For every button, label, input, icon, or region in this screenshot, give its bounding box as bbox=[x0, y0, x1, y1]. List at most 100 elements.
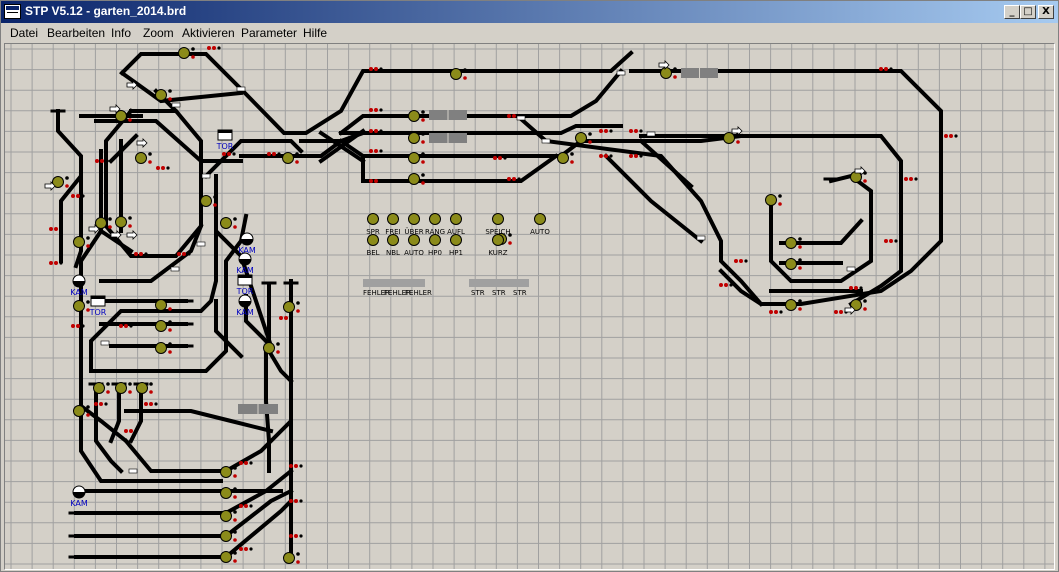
control-button-hp1[interactable]: HP1 bbox=[449, 234, 463, 258]
control-button-nbl[interactable]: NBL bbox=[386, 234, 400, 258]
signal-16[interactable] bbox=[765, 194, 782, 206]
kam-device-4[interactable]: KAM bbox=[236, 294, 254, 317]
minimize-button[interactable]: _ bbox=[1004, 5, 1020, 19]
track-detector-39[interactable] bbox=[239, 504, 253, 508]
maximize-button[interactable]: □ bbox=[1020, 5, 1036, 19]
track-detector-41[interactable] bbox=[239, 461, 253, 465]
control-button-frei[interactable]: FREI bbox=[385, 213, 401, 237]
turnout-marker-8[interactable] bbox=[128, 468, 138, 474]
signal-7[interactable] bbox=[575, 132, 592, 144]
signal-24[interactable] bbox=[155, 299, 172, 311]
control-button-rang[interactable]: RANG bbox=[425, 213, 445, 237]
signal-9[interactable] bbox=[135, 152, 152, 164]
track-detector-40[interactable] bbox=[239, 547, 253, 551]
direction-arrow-icon-1[interactable] bbox=[136, 138, 148, 148]
menu-zoom[interactable]: Zoom bbox=[143, 26, 174, 40]
turnout-marker-2[interactable] bbox=[516, 115, 526, 121]
tor-device-2[interactable]: TOR bbox=[89, 295, 107, 317]
track-detector-28[interactable] bbox=[95, 159, 109, 163]
signal-41[interactable] bbox=[283, 301, 300, 313]
track-detector-12[interactable] bbox=[879, 67, 893, 71]
close-button[interactable]: X bbox=[1038, 5, 1054, 19]
track-detector-11[interactable] bbox=[629, 154, 643, 158]
track-detector-13[interactable] bbox=[944, 134, 958, 138]
track-detector-34[interactable] bbox=[144, 402, 158, 406]
control-button-speich[interactable]: SPEICH bbox=[485, 213, 511, 237]
tor-device-3[interactable]: TOR bbox=[236, 274, 254, 296]
track-detector-20[interactable] bbox=[849, 286, 863, 290]
turnout-marker-5[interactable] bbox=[696, 235, 706, 241]
turnout-marker-9[interactable] bbox=[100, 340, 110, 346]
turnout-marker-6[interactable] bbox=[846, 266, 856, 272]
turnout-marker-12[interactable] bbox=[616, 70, 626, 76]
track-detector-3[interactable] bbox=[369, 129, 383, 133]
control-button-auto-right[interactable]: AUTO bbox=[530, 213, 550, 237]
track-detector-18[interactable] bbox=[769, 310, 783, 314]
signal-6[interactable] bbox=[408, 132, 425, 144]
track-board-canvas[interactable]: SPR FREI ÜBER RANG AUFL BEL NBL AUTO HP0 HP1 SPEIC… bbox=[4, 43, 1055, 570]
signal-36[interactable] bbox=[220, 551, 237, 563]
menu-info[interactable]: Info bbox=[111, 26, 131, 40]
track-detector-5[interactable] bbox=[369, 179, 383, 183]
turnout-marker-0[interactable] bbox=[236, 86, 246, 92]
signal-3[interactable] bbox=[155, 89, 172, 101]
control-button-hp0[interactable]: HP0 bbox=[428, 234, 442, 258]
title-bar[interactable]: STP V5.12 - garten_2014.brd _ □ X bbox=[1, 1, 1058, 23]
track-detector-16[interactable] bbox=[734, 259, 748, 263]
signal-38[interactable] bbox=[93, 382, 110, 394]
app-icon[interactable] bbox=[4, 4, 21, 19]
track-detector-25[interactable] bbox=[49, 261, 63, 265]
track-board[interactable]: SPR FREI ÜBER RANG AUFL BEL NBL AUTO HP0 HP1 SPEIC… bbox=[5, 44, 1055, 570]
turnout-marker-4[interactable] bbox=[646, 131, 656, 137]
signal-21[interactable] bbox=[73, 236, 90, 248]
track-detector-23[interactable] bbox=[507, 177, 521, 181]
track-detector-42[interactable] bbox=[279, 316, 293, 320]
signal-1[interactable] bbox=[450, 68, 467, 80]
signal-20[interactable] bbox=[220, 217, 237, 229]
turnout-marker-10[interactable] bbox=[196, 241, 206, 247]
track-detector-7[interactable] bbox=[222, 152, 236, 156]
turnout-marker-1[interactable] bbox=[171, 102, 181, 108]
track-detector-14[interactable] bbox=[904, 177, 918, 181]
signal-34[interactable] bbox=[220, 510, 237, 522]
signal-19[interactable] bbox=[115, 216, 132, 228]
control-button-auto[interactable]: AUTO bbox=[404, 234, 424, 258]
track-detector-1[interactable] bbox=[207, 46, 221, 50]
track-detector-37[interactable] bbox=[289, 499, 303, 503]
track-detector-31[interactable] bbox=[134, 252, 148, 256]
signal-35[interactable] bbox=[220, 530, 237, 542]
turnout-marker-3[interactable] bbox=[541, 138, 551, 144]
control-button-spr[interactable]: SPR bbox=[366, 213, 380, 237]
track-detector-2[interactable] bbox=[369, 108, 383, 112]
menu-parameter[interactable]: Parameter bbox=[241, 26, 297, 40]
signal-12[interactable] bbox=[557, 152, 574, 164]
track-detector-0[interactable] bbox=[369, 67, 383, 71]
menu-hilfe[interactable]: Hilfe bbox=[303, 26, 327, 40]
control-button-aufl[interactable]: AUFL bbox=[447, 213, 465, 237]
track-detector-38[interactable] bbox=[289, 534, 303, 538]
signal-40[interactable] bbox=[136, 382, 153, 394]
control-button-bel[interactable]: BEL bbox=[366, 234, 380, 258]
track-detector-36[interactable] bbox=[289, 464, 303, 468]
track-detector-33[interactable] bbox=[94, 402, 108, 406]
track-detector-24[interactable] bbox=[49, 227, 63, 231]
signal-28[interactable] bbox=[263, 342, 280, 354]
signal-39[interactable] bbox=[115, 382, 132, 394]
track-detector-29[interactable] bbox=[156, 166, 170, 170]
track-detector-35[interactable] bbox=[124, 429, 138, 433]
track-detector-26[interactable] bbox=[71, 324, 85, 328]
track-detector-15[interactable] bbox=[884, 239, 898, 243]
turnout-marker-11[interactable] bbox=[201, 173, 211, 179]
signal-26[interactable] bbox=[73, 300, 90, 312]
track-detector-9[interactable] bbox=[629, 129, 643, 133]
menu-bearbeiten[interactable]: Bearbeiten bbox=[47, 26, 105, 40]
track-detector-8[interactable] bbox=[599, 129, 613, 133]
track-detector-17[interactable] bbox=[719, 283, 733, 287]
tor-device-1[interactable]: TOR bbox=[216, 129, 234, 151]
track-detector-4[interactable] bbox=[369, 149, 383, 153]
control-button-über[interactable]: ÜBER bbox=[404, 213, 424, 237]
menu-aktivieren[interactable]: Aktivieren bbox=[182, 26, 235, 40]
direction-arrow-icon-8[interactable] bbox=[126, 230, 138, 240]
track-detector-10[interactable] bbox=[599, 154, 613, 158]
track-detector-30[interactable] bbox=[177, 252, 191, 256]
